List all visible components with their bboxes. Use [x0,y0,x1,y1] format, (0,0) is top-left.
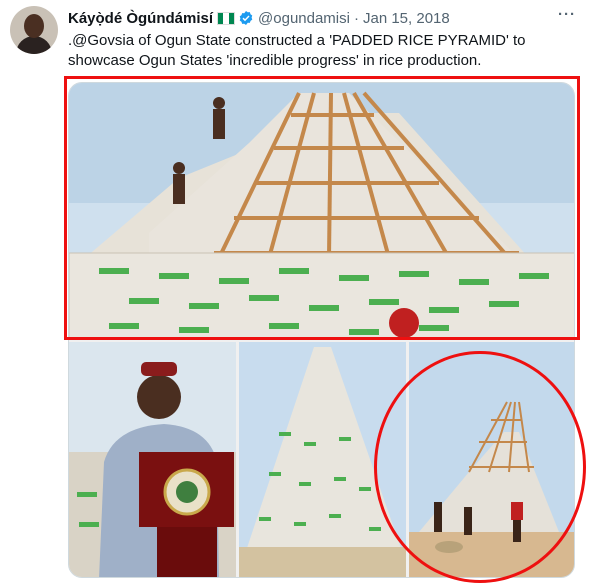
author-avatar[interactable] [10,6,58,54]
media-grid [68,82,575,578]
tweet-text: .@Govsia of Ogun State constructed a 'PA… [68,32,526,69]
avatar-face-shape [24,14,44,38]
author-handle[interactable]: @ogundamisi [258,10,350,27]
tweet-card[interactable]: Káyọ̀dé Ògúndámisí @ogundamisi · Jan 15,… [0,0,591,588]
separator-dot: · [353,9,359,27]
avatar-body-shape [16,36,52,54]
tweet-header: Káyọ̀dé Ògúndámisí @ogundamisi · Jan 15,… [68,8,450,28]
nigeria-flag-icon [217,11,236,25]
photo-rice-pyramid-frame[interactable] [69,83,574,338]
photo-rice-pyramid-construction[interactable] [409,342,574,577]
more-options-icon[interactable]: ··· [555,6,579,24]
tweet-date[interactable]: Jan 15, 2018 [363,10,450,27]
author-name[interactable]: Káyọ̀dé Ògúndámisí [68,10,213,27]
photo-rice-pyramid-finished[interactable] [239,342,406,577]
verified-badge-icon [239,11,253,25]
photo-governor-podium[interactable] [69,342,236,577]
